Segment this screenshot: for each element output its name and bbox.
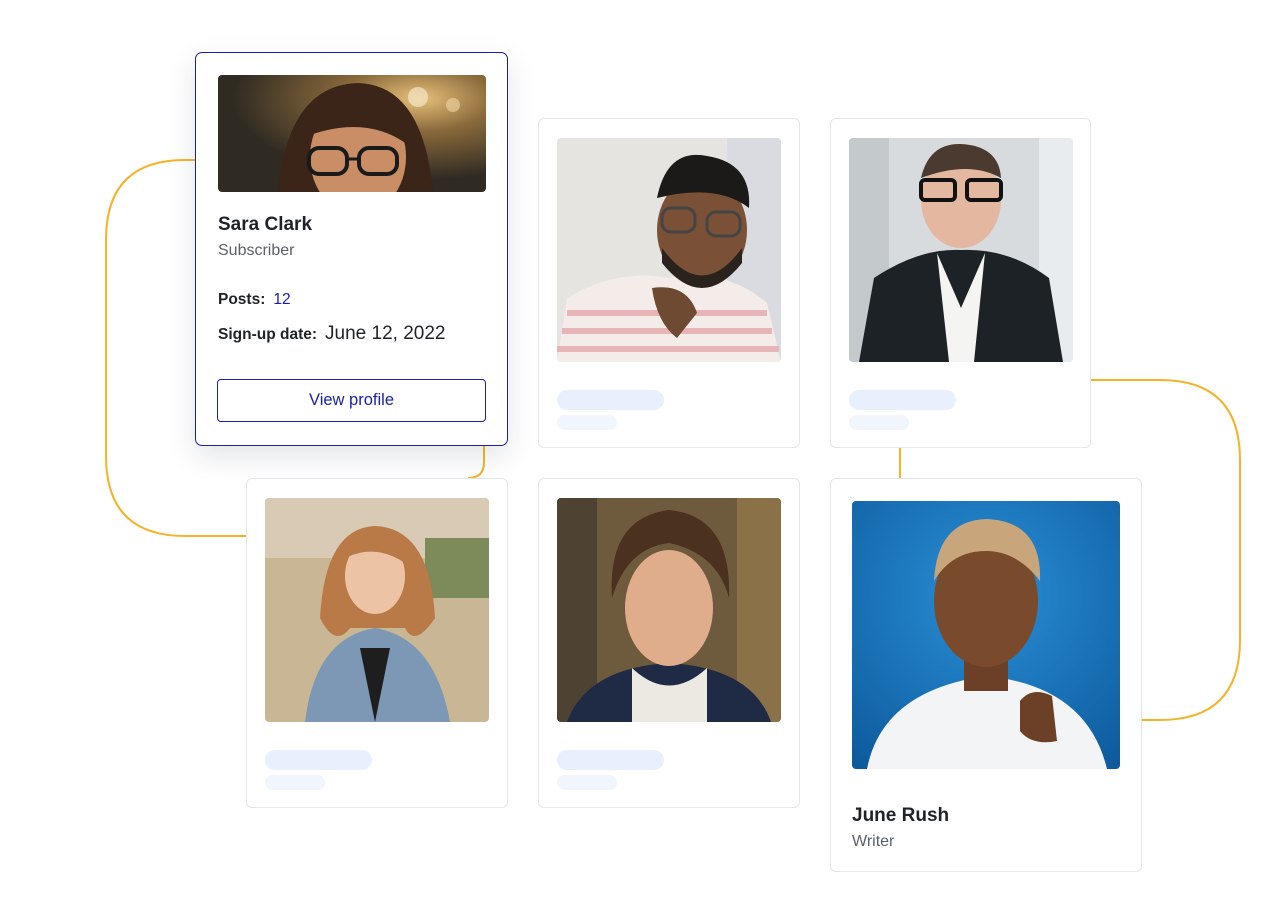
skeleton-name [557, 750, 664, 770]
profile-role: Writer [852, 833, 895, 850]
skeleton-role [265, 775, 325, 790]
skeleton-name [265, 750, 372, 770]
signup-row: Sign-up date: June 12, 2022 [218, 323, 445, 345]
avatar-photo [557, 498, 781, 722]
profile-name: June Rush [852, 805, 950, 826]
avatar-photo [852, 501, 1120, 769]
connector-under-featured [467, 446, 485, 479]
profile-card[interactable] [538, 118, 800, 448]
profile-card[interactable] [538, 478, 800, 808]
profile-card-highlight[interactable]: June Rush Writer [830, 478, 1142, 872]
profile-name: Sara Clark [218, 214, 313, 235]
profile-card[interactable] [830, 118, 1091, 448]
profile-role: Subscriber [218, 242, 295, 259]
posts-value: 12 [273, 291, 291, 308]
profile-card[interactable] [246, 478, 508, 808]
avatar-photo [265, 498, 489, 722]
skeleton-name [557, 390, 664, 410]
profile-card-featured: Sara Clark Subscriber Posts: 12 Sign-up d… [195, 52, 508, 446]
posts-row: Posts: 12 [218, 291, 291, 309]
skeleton-role [849, 415, 909, 430]
view-profile-button[interactable]: View profile [217, 379, 486, 422]
skeleton-name [849, 390, 956, 410]
skeleton-role [557, 415, 617, 430]
avatar-photo [218, 75, 486, 192]
avatar-photo [557, 138, 781, 362]
signup-value: June 12, 2022 [325, 323, 446, 344]
skeleton-role [557, 775, 617, 790]
posts-label: Posts: [218, 291, 266, 308]
avatar-photo [849, 138, 1073, 362]
signup-label: Sign-up date: [218, 326, 318, 343]
